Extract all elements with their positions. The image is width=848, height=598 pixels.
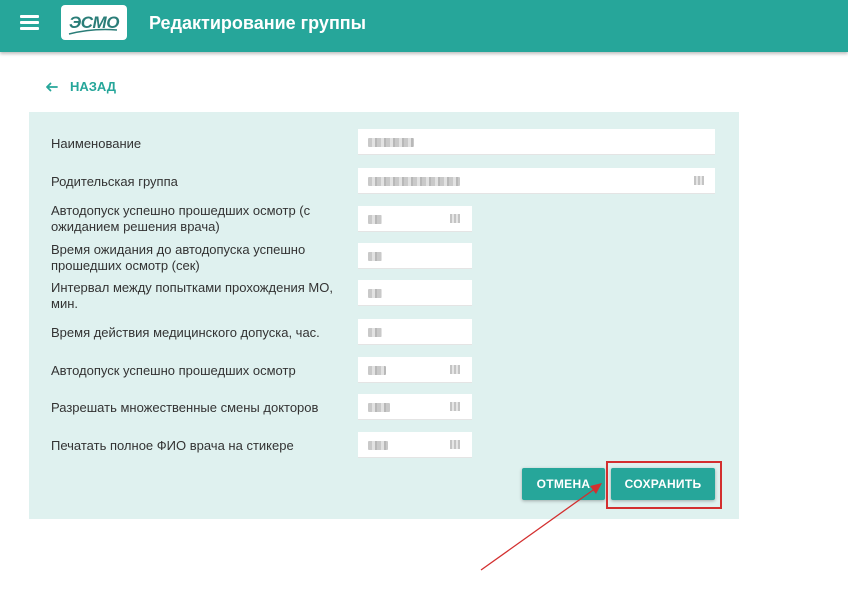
label-multiple-doctor-shifts: Разрешать множественные смены докторов (51, 400, 319, 415)
page-title: Редактирование группы (149, 13, 367, 33)
label-autoadmit-wait: Время ожидания до автодопуска успешно пр… (51, 242, 306, 273)
hamburger-icon[interactable] (20, 15, 39, 30)
autoadmit-select[interactable] (358, 357, 472, 383)
save-button[interactable]: СОХРАНИТЬ (611, 468, 715, 500)
chevron-down-icon (450, 440, 460, 449)
cancel-button[interactable]: ОТМЕНА (522, 468, 605, 500)
label-admission-duration: Время действия медицинского допуска, час… (51, 325, 320, 340)
label-autoadmit-doctor: Автодопуск успешно прошедших осмотр (с о… (51, 203, 311, 234)
back-link[interactable]: НАЗАД (45, 79, 116, 94)
app-header: ЭСМО Редактирование группы (0, 0, 848, 52)
label-parent-group: Родительская группа (51, 174, 178, 189)
autoadmit-doctor-select[interactable] (358, 206, 472, 232)
label-autoadmit: Автодопуск успешно прошедших осмотр (51, 363, 296, 378)
parent-group-select[interactable] (358, 168, 715, 194)
chevron-down-icon (450, 402, 460, 411)
admission-duration-input[interactable] (358, 319, 472, 345)
logo-swoosh-icon (68, 28, 118, 35)
chevron-down-icon (694, 176, 704, 185)
print-full-name-select[interactable] (358, 432, 472, 458)
retry-interval-input[interactable] (358, 280, 472, 306)
arrow-left-icon (46, 82, 58, 91)
autoadmit-wait-input[interactable] (358, 243, 472, 269)
chevron-down-icon (450, 365, 460, 374)
label-name: Наименование (51, 136, 142, 151)
label-print-full-name: Печатать полное ФИО врача на стикере (51, 438, 294, 453)
label-retry-interval: Интервал между попытками прохождения МО,… (51, 280, 333, 311)
chevron-down-icon (450, 214, 460, 223)
name-input[interactable] (358, 129, 715, 155)
group-edit-form: Наименование Родительская группа Автодоп… (29, 112, 739, 519)
back-label: НАЗАД (70, 79, 117, 94)
multiple-doctor-shifts-select[interactable] (358, 394, 472, 420)
app-logo[interactable]: ЭСМО (61, 5, 127, 40)
